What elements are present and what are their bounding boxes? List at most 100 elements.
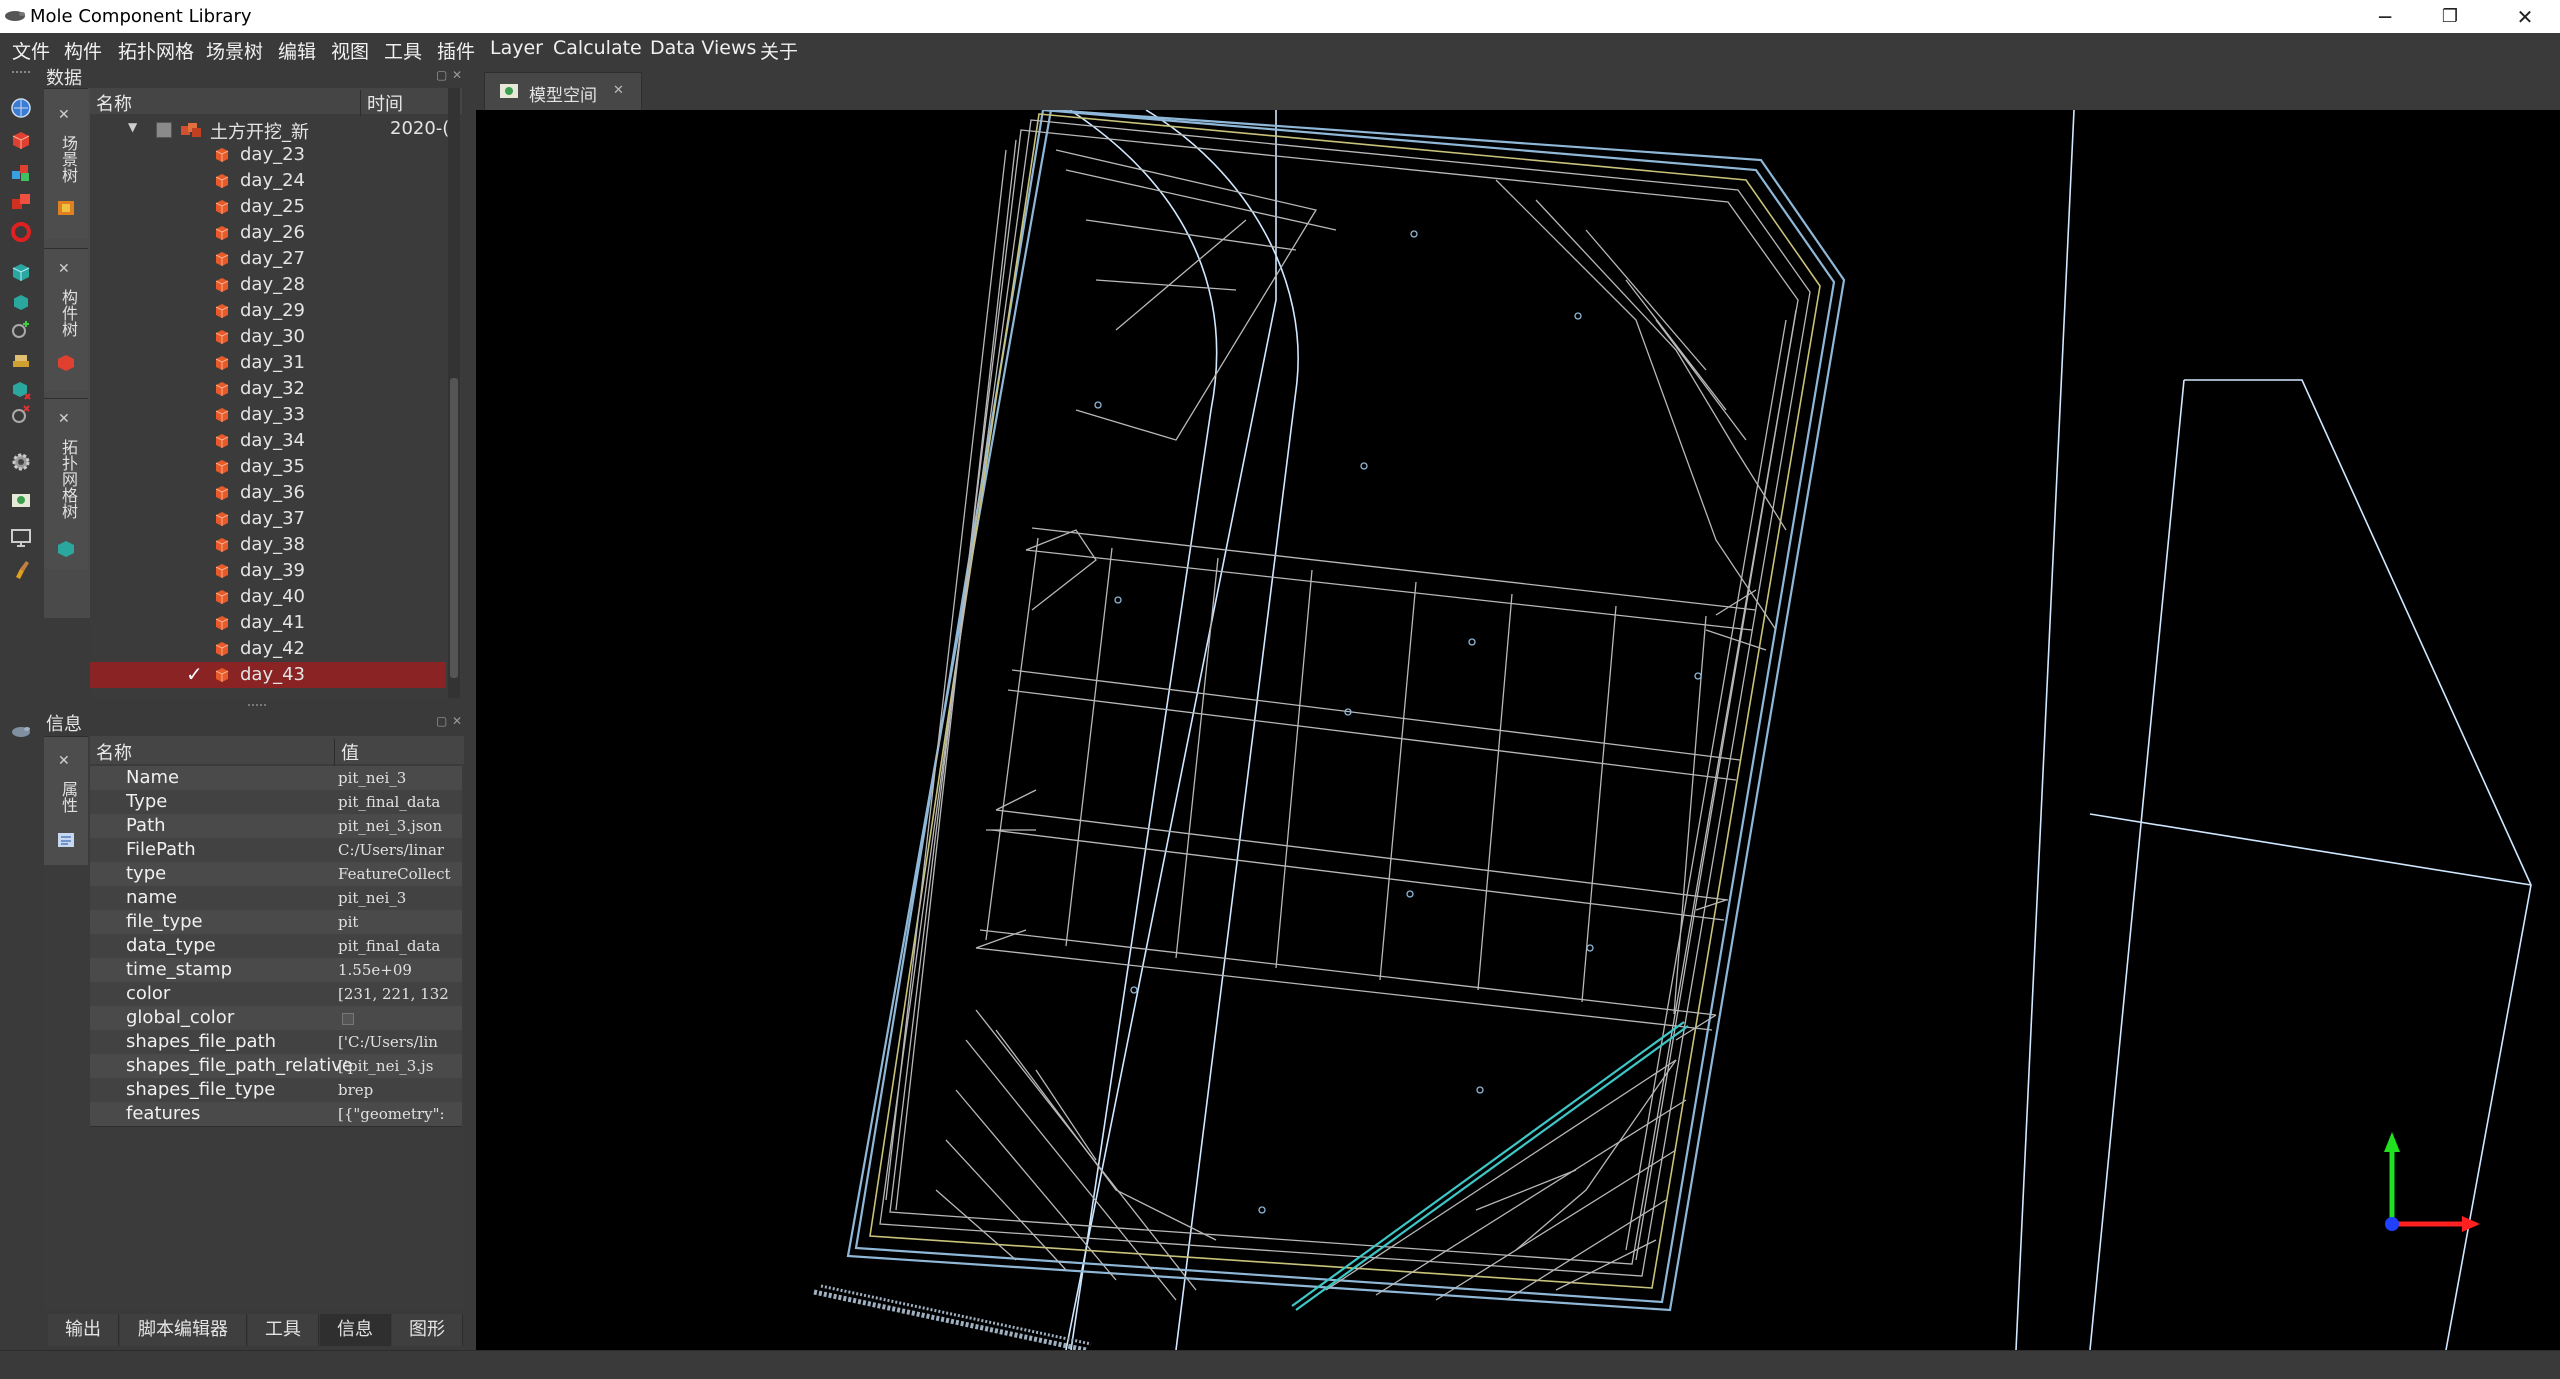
menu-data-views[interactable]: Data Views xyxy=(650,37,756,59)
pin-icon[interactable]: ✕ xyxy=(58,261,70,277)
tab-properties[interactable]: ✕ 属性 xyxy=(44,736,88,865)
property-value[interactable]: [231, 221, 132 xyxy=(338,985,462,1003)
tab-tools[interactable]: 工具 xyxy=(248,1314,319,1346)
tree-item[interactable]: day_31 xyxy=(90,350,450,376)
tree-item[interactable]: day_41 xyxy=(90,610,450,636)
tab-graphics[interactable]: 图形 xyxy=(392,1314,463,1346)
property-value[interactable]: pit_nei_3 xyxy=(338,769,462,787)
collapse-arrow-icon[interactable]: ▼ xyxy=(128,120,137,134)
tree-item[interactable]: day_42 xyxy=(90,636,450,662)
property-value[interactable]: brep xyxy=(338,1081,462,1099)
tree-item[interactable]: day_36 xyxy=(90,480,450,506)
tree-item[interactable]: day_35 xyxy=(90,454,450,480)
tab-model-space[interactable]: 模型空间 ✕ xyxy=(484,72,642,111)
tree-item[interactable]: day_24 xyxy=(90,168,450,194)
property-row[interactable]: Path pit_nei_3.json xyxy=(90,814,462,839)
tab-component-tree[interactable]: ✕ 构件树 xyxy=(44,248,88,391)
red-ring-icon[interactable] xyxy=(10,221,32,243)
tab-scene-tree[interactable]: ✕ 场景树 xyxy=(44,88,88,239)
teal-cube-icon[interactable] xyxy=(10,261,32,283)
tree-item[interactable]: day_40 xyxy=(90,584,450,610)
pin-icon[interactable]: ✕ xyxy=(58,411,70,427)
menu-edit[interactable]: 编辑 xyxy=(278,37,316,64)
data-panel-close-button[interactable]: ✕ xyxy=(452,68,462,82)
tree-item[interactable]: day_27 xyxy=(90,246,450,272)
camera-icon[interactable] xyxy=(10,489,32,511)
tab-topology-mesh-tree[interactable]: ✕ 拓扑网格树 xyxy=(44,398,88,569)
panel-splitter[interactable] xyxy=(248,704,266,710)
property-row[interactable]: shapes_file_path ['C:/Users/lin xyxy=(90,1030,462,1055)
property-row[interactable]: global_color xyxy=(90,1006,462,1031)
menu-calculate[interactable]: Calculate xyxy=(553,37,642,59)
red-cube-icon[interactable] xyxy=(10,129,32,151)
checkbox-checked-icon[interactable]: ✓ xyxy=(186,662,203,686)
menu-plugins[interactable]: 插件 xyxy=(437,37,475,64)
tree-item[interactable]: day_32 xyxy=(90,376,450,402)
info-panel-close-button[interactable]: ✕ xyxy=(452,714,462,728)
menu-view[interactable]: 视图 xyxy=(331,37,369,64)
tab-script-editor[interactable]: 脚本编辑器 xyxy=(120,1314,247,1346)
partial-check-icon[interactable] xyxy=(156,122,172,138)
add-node-icon[interactable] xyxy=(10,319,32,341)
column-key[interactable]: 名称 xyxy=(96,739,132,765)
property-row[interactable]: data_type pit_final_data xyxy=(90,934,462,959)
pin-icon[interactable]: ✕ xyxy=(58,753,70,769)
property-value[interactable]: ['C:/Users/lin xyxy=(338,1033,462,1051)
tree-item[interactable]: day_28 xyxy=(90,272,450,298)
tree-scrollbar-thumb[interactable] xyxy=(450,378,458,678)
property-value[interactable]: pit_final_data xyxy=(338,937,462,955)
gear-icon[interactable] xyxy=(10,451,32,473)
property-value[interactable]: 1.55e+09 xyxy=(338,961,462,979)
multi-cube-icon[interactable] xyxy=(10,161,32,183)
tree-item[interactable]: day_30 xyxy=(90,324,450,350)
mole-icon[interactable] xyxy=(10,719,32,741)
property-row[interactable]: Name pit_nei_3 xyxy=(90,766,462,791)
property-row[interactable]: file_type pit xyxy=(90,910,462,935)
tab-output[interactable]: 输出 xyxy=(48,1314,119,1346)
tree-scrollbar[interactable] xyxy=(448,88,460,698)
column-name[interactable]: 名称 xyxy=(96,90,132,116)
property-row[interactable]: shapes_file_path_relative ['pit_nei_3.js xyxy=(90,1054,462,1079)
property-row[interactable]: time_stamp 1.55e+09 xyxy=(90,958,462,983)
property-row[interactable]: features [{"geometry": xyxy=(90,1102,462,1127)
pin-icon[interactable]: ✕ xyxy=(58,107,70,123)
tree-root-row[interactable]: ▼ 土方开挖_新 2020-( xyxy=(90,116,450,143)
property-value[interactable]: pit_final_data xyxy=(338,793,462,811)
close-button[interactable]: ✕ xyxy=(2495,0,2555,33)
tree-item[interactable]: day_37 xyxy=(90,506,450,532)
property-value[interactable]: pit xyxy=(338,913,462,931)
property-value[interactable]: C:/Users/linar xyxy=(338,841,462,859)
tree-item[interactable]: day_23 xyxy=(90,142,450,168)
tree-item[interactable]: ✓ day_43 xyxy=(90,662,446,688)
property-row[interactable]: type FeatureCollect xyxy=(90,862,462,887)
model-drawing[interactable] xyxy=(476,110,2560,1350)
teal-cube-remove-icon[interactable] xyxy=(10,379,32,401)
stack-icon[interactable] xyxy=(10,349,32,371)
tree-item[interactable]: day_39 xyxy=(90,558,450,584)
info-panel-float-button[interactable]: ▢ xyxy=(436,714,447,728)
monitor-icon[interactable] xyxy=(10,527,32,549)
property-row[interactable]: Type pit_final_data xyxy=(90,790,462,815)
restore-button[interactable]: ❐ xyxy=(2420,0,2480,33)
property-row[interactable]: shapes_file_type brep xyxy=(90,1078,462,1103)
tab-info[interactable]: 信息 xyxy=(320,1314,391,1346)
property-value[interactable]: pit_nei_3.json xyxy=(338,817,462,835)
brush-icon[interactable] xyxy=(10,559,32,581)
remove-node-icon[interactable] xyxy=(10,403,32,425)
tree-item[interactable]: day_34 xyxy=(90,428,450,454)
property-row[interactable]: name pit_nei_3 xyxy=(90,886,462,911)
teal-cube-small-icon[interactable] xyxy=(10,291,32,313)
tree-item[interactable]: day_26 xyxy=(90,220,450,246)
property-row[interactable]: color [231, 221, 132 xyxy=(90,982,462,1007)
menu-scene-tree[interactable]: 场景树 xyxy=(206,37,263,64)
property-value[interactable]: FeatureCollect xyxy=(338,865,462,883)
red-cubes-icon[interactable] xyxy=(10,191,32,213)
tree-item[interactable]: day_25 xyxy=(90,194,450,220)
minimize-button[interactable]: ─ xyxy=(2355,0,2415,33)
property-row[interactable]: FilePath C:/Users/linar xyxy=(90,838,462,863)
menu-about[interactable]: 关于 xyxy=(760,37,798,64)
property-value[interactable]: ['pit_nei_3.js xyxy=(338,1057,462,1075)
property-value[interactable]: pit_nei_3 xyxy=(338,889,462,907)
menu-tools[interactable]: 工具 xyxy=(384,37,422,64)
property-value[interactable]: [{"geometry": xyxy=(338,1105,462,1123)
